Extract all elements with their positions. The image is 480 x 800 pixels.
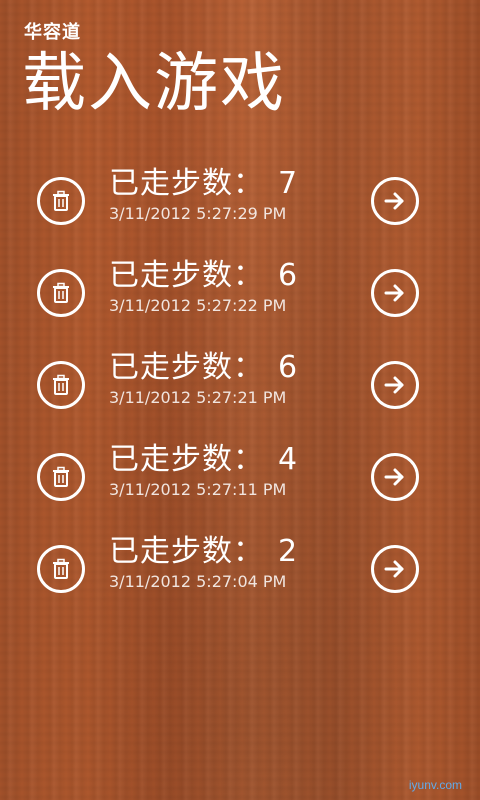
save-info[interactable]: 已走步数： 7 3/11/2012 5:27:29 PM bbox=[109, 166, 298, 224]
load-game-button[interactable] bbox=[371, 177, 419, 225]
steps-value: 4 bbox=[278, 442, 299, 477]
delete-button[interactable] bbox=[37, 453, 85, 501]
arrow-right-icon bbox=[384, 192, 404, 210]
delete-button[interactable] bbox=[37, 177, 85, 225]
delete-button[interactable] bbox=[37, 361, 85, 409]
save-timestamp: 3/11/2012 5:27:11 PM bbox=[109, 480, 287, 499]
saved-game-row: 已走步数： 7 3/11/2012 5:27:29 PM bbox=[0, 160, 480, 252]
load-game-button[interactable] bbox=[371, 269, 419, 317]
steps-value: 7 bbox=[278, 166, 299, 201]
steps-label: 已走步数： bbox=[109, 534, 264, 569]
save-info[interactable]: 已走步数： 6 3/11/2012 5:27:21 PM bbox=[109, 350, 298, 408]
saved-games-list: 已走步数： 7 3/11/2012 5:27:29 PM 已走步数： 6 3/1… bbox=[0, 160, 480, 620]
steps-label: 已走步数： bbox=[109, 350, 264, 385]
load-game-button[interactable] bbox=[371, 545, 419, 593]
trash-icon bbox=[53, 374, 69, 395]
arrow-right-icon bbox=[384, 468, 404, 486]
trash-icon bbox=[53, 282, 69, 303]
steps-line: 已走步数： 6 bbox=[109, 258, 298, 294]
save-timestamp: 3/11/2012 5:27:29 PM bbox=[109, 204, 287, 223]
trash-icon bbox=[53, 466, 69, 487]
steps-label: 已走步数： bbox=[109, 258, 264, 293]
delete-button[interactable] bbox=[37, 269, 85, 317]
steps-label: 已走步数： bbox=[109, 166, 264, 201]
load-game-button[interactable] bbox=[371, 453, 419, 501]
trash-icon bbox=[53, 558, 69, 579]
steps-value: 6 bbox=[278, 258, 299, 293]
delete-button[interactable] bbox=[37, 545, 85, 593]
load-game-button[interactable] bbox=[371, 361, 419, 409]
saved-game-row: 已走步数： 4 3/11/2012 5:27:11 PM bbox=[0, 436, 480, 528]
arrow-right-icon bbox=[384, 376, 404, 394]
steps-value: 6 bbox=[278, 350, 299, 385]
arrow-right-icon bbox=[384, 560, 404, 578]
trash-icon bbox=[53, 190, 69, 211]
steps-line: 已走步数： 2 bbox=[109, 534, 298, 570]
steps-line: 已走步数： 7 bbox=[109, 166, 298, 202]
arrow-right-icon bbox=[384, 284, 404, 302]
steps-line: 已走步数： 4 bbox=[109, 442, 298, 478]
page-title: 载入游戏 bbox=[22, 47, 286, 121]
save-info[interactable]: 已走步数： 6 3/11/2012 5:27:22 PM bbox=[109, 258, 298, 316]
save-timestamp: 3/11/2012 5:27:04 PM bbox=[109, 572, 287, 591]
saved-game-row: 已走步数： 2 3/11/2012 5:27:04 PM bbox=[0, 528, 480, 620]
save-info[interactable]: 已走步数： 2 3/11/2012 5:27:04 PM bbox=[109, 534, 298, 592]
watermark: iyunv.com bbox=[408, 778, 462, 792]
saved-game-row: 已走步数： 6 3/11/2012 5:27:21 PM bbox=[0, 344, 480, 436]
app-name: 华容道 bbox=[24, 22, 81, 43]
steps-line: 已走步数： 6 bbox=[109, 350, 298, 386]
save-timestamp: 3/11/2012 5:27:21 PM bbox=[109, 388, 287, 407]
save-info[interactable]: 已走步数： 4 3/11/2012 5:27:11 PM bbox=[109, 442, 298, 500]
save-timestamp: 3/11/2012 5:27:22 PM bbox=[109, 296, 287, 315]
steps-value: 2 bbox=[278, 534, 299, 569]
saved-game-row: 已走步数： 6 3/11/2012 5:27:22 PM bbox=[0, 252, 480, 344]
steps-label: 已走步数： bbox=[109, 442, 264, 477]
